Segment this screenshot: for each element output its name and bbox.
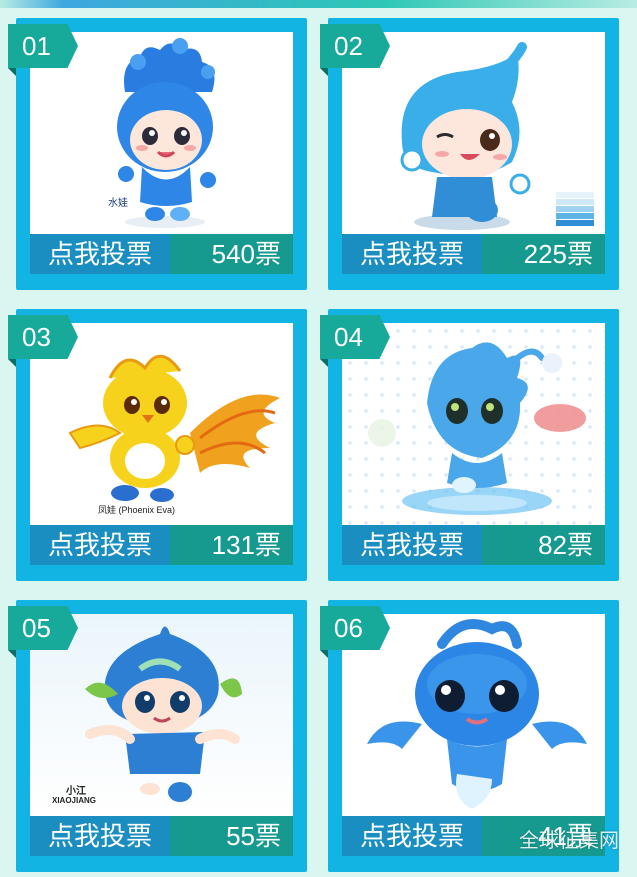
vote-count: 225票 [482, 234, 605, 274]
vote-button[interactable]: 点我投票 [30, 816, 170, 856]
mascot-caption-en: XIAOJIANG [52, 796, 97, 805]
vote-count: 82票 [482, 525, 605, 565]
mascot-card-05: 05 小江 XIAOJIANG 点我投票 55票 [8, 600, 307, 872]
mascot-vote-grid: 01 水娃 点我投票 540票 02 点我投票 225票 03 凤娃 (Phoe… [0, 0, 637, 877]
vote-button[interactable]: 点我投票 [30, 525, 170, 565]
vote-button[interactable]: 点我投票 [30, 234, 170, 274]
vote-bar: 点我投票 55票 [30, 816, 293, 856]
mascot-card-01: 01 水娃 点我投票 540票 [8, 18, 307, 290]
vote-button[interactable]: 点我投票 [342, 234, 482, 274]
entry-number-badge: 03 [8, 315, 78, 359]
entry-number-badge: 04 [320, 315, 390, 359]
vote-bar: 点我投票 131票 [30, 525, 293, 565]
vote-count: 55票 [170, 816, 293, 856]
badge-fold [8, 650, 16, 658]
badge-fold [320, 359, 328, 367]
vote-bar: 点我投票 225票 [342, 234, 605, 274]
vote-count: 540票 [170, 234, 293, 274]
badge-fold [320, 68, 328, 76]
badge-fold [8, 68, 16, 76]
mascot-card-02: 02 点我投票 225票 [320, 18, 619, 290]
vote-button[interactable]: 点我投票 [342, 816, 482, 856]
mascot-caption: 凤娃 (Phoenix Eva) [98, 505, 176, 515]
badge-fold [320, 650, 328, 658]
entry-number-badge: 05 [8, 606, 78, 650]
vote-count: 131票 [170, 525, 293, 565]
mascot-caption: 小江 [66, 786, 86, 797]
mascot-caption: 水娃 [108, 198, 128, 209]
vote-bar: 点我投票 540票 [30, 234, 293, 274]
mascot-card-04: 04 点我投票 82票 [320, 309, 619, 581]
vote-button[interactable]: 点我投票 [342, 525, 482, 565]
site-watermark: 全球征集网 [519, 830, 619, 852]
entry-number-badge: 01 [8, 24, 78, 68]
mascot-card-03: 03 凤娃 (Phoenix Eva) 点我投票 131票 [8, 309, 307, 581]
entry-number-badge: 02 [320, 24, 390, 68]
badge-fold [8, 359, 16, 367]
vote-bar: 点我投票 82票 [342, 525, 605, 565]
entry-number-badge: 06 [320, 606, 390, 650]
